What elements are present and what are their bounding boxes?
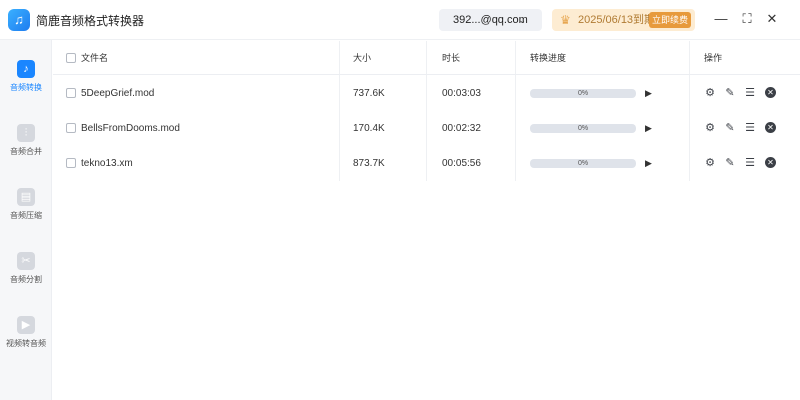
row-checkbox[interactable] [66,158,76,168]
music-note-icon: ♪ [17,60,35,78]
file-name: BellsFromDooms.mod [81,123,180,134]
audio-merge-icon: ⫶ [17,124,35,142]
file-duration: 00:03:03 [442,88,481,99]
settings-icon[interactable]: ⚙ [704,157,716,169]
crown-icon: ♛ [560,13,571,27]
header-size: 大小 [353,53,372,63]
edit-icon[interactable]: ✎ [724,122,736,134]
vip-banner: ♛ 2025/06/13到期 立即续费 [552,9,695,31]
select-all-checkbox[interactable] [66,53,76,63]
edit-icon[interactable]: ✎ [724,157,736,169]
play-icon[interactable]: ▶ [645,123,655,133]
header-duration: 时长 [442,53,461,63]
settings-icon[interactable]: ⚙ [704,122,716,134]
sidebar: ♪ 音频转换 ⫶ 音频合并 ▤ 音频压缩 ✂ 音频分割 ▶ 视频转音频 [0,40,52,400]
sidebar-item-label: 音频合并 [10,147,42,156]
sidebar-item-video-to-audio[interactable]: ▶ 视频转音频 [0,316,52,366]
audio-compress-icon: ▤ [17,188,35,206]
app-title: 简鹿音频格式转换器 [36,14,145,28]
account-dropdown[interactable]: 392...@qq.com ⌄ [439,9,542,31]
sidebar-item-label: 音频压缩 [10,211,42,220]
table-row: BellsFromDooms.mod 170.4K 00:02:32 0% ▶ … [53,111,800,146]
progress-bar: 0% [530,89,636,98]
file-name: tekno13.xm [81,158,133,169]
menu-icon[interactable]: ☰ [744,157,756,169]
row-checkbox[interactable] [66,123,76,133]
chevron-down-icon: ⌄ [518,15,526,25]
file-size: 170.4K [353,123,385,134]
menu-icon[interactable]: ☰ [744,122,756,134]
file-size: 873.7K [353,158,385,169]
file-name: 5DeepGrief.mod [81,88,155,99]
progress-text: 0% [577,90,589,97]
remove-icon[interactable]: ✕ [765,87,776,98]
row-checkbox[interactable] [66,88,76,98]
sidebar-item-audio-compress[interactable]: ▤ 音频压缩 [0,188,52,238]
minimize-button[interactable]: — [713,11,729,27]
settings-icon[interactable]: ⚙ [704,87,716,99]
scissors-icon: ✂ [17,252,35,270]
edit-icon[interactable]: ✎ [724,87,736,99]
header-progress: 转换进度 [530,53,567,63]
sidebar-item-audio-convert[interactable]: ♪ 音频转换 [0,60,52,110]
progress-bar: 0% [530,124,636,133]
sidebar-item-label: 视频转音频 [6,339,46,348]
play-icon[interactable]: ▶ [645,158,655,168]
menu-icon[interactable]: ☰ [744,87,756,99]
renew-button[interactable]: 立即续费 [649,12,691,28]
table-row: 5DeepGrief.mod 737.6K 00:03:03 0% ▶ ⚙ ✎ … [53,76,800,111]
progress-text: 0% [577,125,589,132]
sidebar-item-label: 音频转换 [10,83,42,92]
vip-expire-text: 2025/06/13到期 [578,14,656,26]
sidebar-item-audio-merge[interactable]: ⫶ 音频合并 [0,124,52,174]
progress-bar: 0% [530,159,636,168]
title-bar: ♫ 简鹿音频格式转换器 392...@qq.com ⌄ ♛ 2025/06/13… [0,0,800,40]
header-actions: 操作 [704,53,723,63]
remove-icon[interactable]: ✕ [765,157,776,168]
close-button[interactable]: ✕ [764,11,780,27]
table-row: tekno13.xm 873.7K 00:05:56 0% ▶ ⚙ ✎ ☰ ✕ [53,146,800,181]
sidebar-item-audio-split[interactable]: ✂ 音频分割 [0,252,52,302]
play-icon[interactable]: ▶ [645,88,655,98]
maximize-button[interactable]: ⛶ [739,11,755,27]
file-duration: 00:05:56 [442,158,481,169]
account-email: 392...@qq.com [453,14,528,26]
header-filename: 文件名 [81,53,109,63]
table-header: 文件名 大小 时长 转换进度 操作 [53,41,800,75]
file-size: 737.6K [353,88,385,99]
progress-text: 0% [577,160,589,167]
video-icon: ▶ [17,316,35,334]
file-duration: 00:02:32 [442,123,481,134]
sidebar-item-label: 音频分割 [10,275,42,284]
remove-icon[interactable]: ✕ [765,122,776,133]
app-logo-icon: ♫ [8,9,30,31]
